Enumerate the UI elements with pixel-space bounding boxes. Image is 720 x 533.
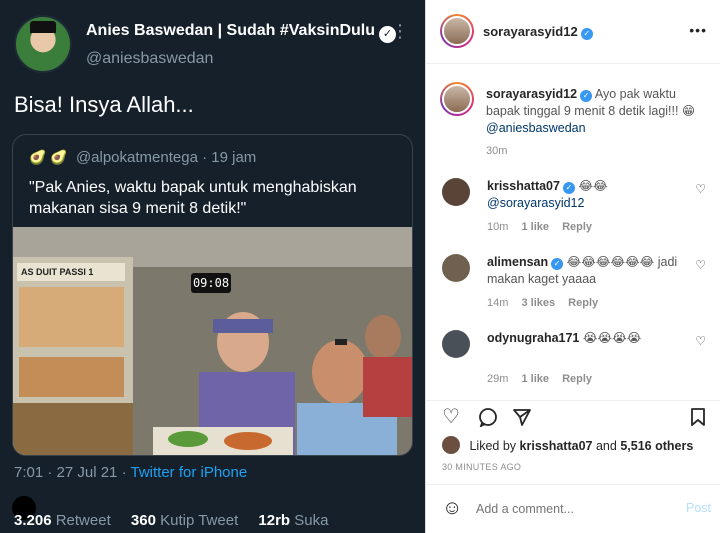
caption-avatar[interactable] — [440, 82, 474, 116]
author-name[interactable]: Anies Baswedan | Sudah #VaksinDulu ✓ — [86, 22, 397, 43]
add-comment-input[interactable] — [476, 500, 656, 518]
poster-avatar[interactable] — [440, 14, 474, 48]
poster-username[interactable]: sorayarasyid12 ✓ — [483, 24, 593, 40]
comment-text: 😂😂 — [578, 179, 608, 193]
tweet-text: Bisa! Insya Allah... — [14, 92, 194, 117]
likes-stat[interactable]: 12rb Suka — [258, 512, 328, 529]
add-comment-bar: ☺ Post — [426, 484, 720, 533]
comment-likes[interactable]: 3 likes — [521, 297, 555, 309]
commenter-avatar[interactable] — [442, 330, 470, 358]
quoted-photo[interactable]: AS DUIT PASSI 1 09:08 — [13, 227, 412, 455]
caption: sorayarasyid12 ✓ Ayo pak waktu bapak ting… — [486, 86, 706, 137]
retweets-label: Retweet — [55, 512, 111, 529]
retweets-count: 3.206 — [14, 512, 52, 529]
emoji-icon[interactable]: ☺ — [442, 497, 462, 520]
author-handle[interactable]: @aniesbaswedan — [86, 50, 213, 68]
quoted-time: 19 jam — [211, 149, 257, 166]
caption-mention[interactable]: @aniesbaswedan — [486, 121, 586, 135]
likes-label: Suka — [294, 512, 329, 529]
quotes-stat[interactable]: 360 Kutip Tweet — [131, 512, 238, 529]
comment-mention[interactable]: @sorayarasyid12 — [487, 196, 584, 210]
comment-time: 10m — [487, 221, 509, 233]
post-button[interactable]: Post — [686, 501, 711, 515]
likes-count: 12rb — [258, 512, 291, 529]
liker-username[interactable]: krisshatta07 — [520, 439, 593, 453]
comment-meta: 10m 1 like Reply — [487, 221, 602, 233]
liker-avatar[interactable] — [442, 436, 460, 454]
more-options-icon[interactable]: ⋮ — [391, 22, 409, 40]
comment: krisshatta07 ✓ 😂😂 @sorayarasyid12 10m 1 l… — [440, 178, 710, 238]
verified-icon: ✓ — [580, 28, 593, 40]
tweet-source[interactable]: Twitter for iPhone — [130, 464, 247, 481]
instagram-panel: sorayarasyid12 ✓ ••• sorayarasyid12 ✓ Ayo … — [425, 0, 720, 533]
author-avatar[interactable] — [14, 15, 72, 73]
share-icon[interactable] — [512, 407, 532, 431]
reply-button[interactable]: Reply — [562, 373, 592, 385]
tweet-stats: 3.206 Retweet 360 Kutip Tweet 12rb Suka — [14, 512, 328, 529]
post-actions: ♡ — [426, 400, 720, 434]
quotes-count: 360 — [130, 512, 156, 529]
verified-icon: ✓ — [551, 258, 564, 270]
comment-meta: 14m 3 likes Reply — [487, 297, 608, 309]
quotes-label: Kutip Tweet — [160, 512, 239, 529]
commenter-username[interactable]: odynugraha171 — [487, 331, 579, 345]
verified-icon: ✓ — [562, 182, 575, 194]
likes-prefix: Liked by — [469, 439, 517, 453]
comment: odynugraha171 😭😭😭😭 29m 1 like Reply ♡ — [440, 330, 710, 390]
like-icon[interactable]: ♡ — [442, 407, 460, 427]
caption-emoji: 😁 — [681, 104, 695, 118]
quoted-author-emoji: 🥑 🥑 — [29, 149, 68, 165]
comment-text: 😭😭😭😭 — [582, 331, 642, 345]
photo-illustration — [13, 227, 412, 455]
timer-overlay: 09:08 — [191, 273, 231, 293]
bookmark-icon[interactable] — [689, 407, 707, 431]
comment-body: krisshatta07 ✓ 😂😂 @sorayarasyid12 — [487, 178, 682, 212]
comment-time: 14m — [487, 297, 509, 309]
post-time: 30 MINUTES AGO — [442, 462, 522, 472]
comment-icon[interactable] — [478, 407, 498, 431]
commenter-username[interactable]: krisshatta07 — [487, 179, 560, 193]
quoted-sep: · — [202, 149, 208, 166]
quoted-tweet-header: 🥑 🥑 @alpokatmentega · 19 jam — [29, 149, 256, 166]
comment: alimensan ✓ 😂😂😂😂😂😂 jadi makan kaget yaaaa… — [440, 254, 710, 314]
retweets-stat[interactable]: 3.206 Retweet — [14, 512, 111, 529]
twitter-panel: Anies Baswedan | Sudah #VaksinDulu ✓ @ani… — [0, 0, 425, 533]
caption-time: 30m — [486, 145, 508, 157]
quoted-tweet[interactable]: 🥑 🥑 @alpokatmentega · 19 jam "Pak Anies,… — [12, 134, 413, 456]
quoted-tweet-text: "Pak Anies, waktu bapak untuk menghabisk… — [29, 179, 357, 217]
caption-username[interactable]: sorayarasyid12 — [486, 87, 577, 101]
comment-likes[interactable]: 1 like — [521, 221, 549, 233]
likes-others[interactable]: 5,516 others — [620, 439, 693, 453]
verified-icon: ✓ — [580, 90, 593, 102]
tweet-meta: 7:01 · 27 Jul 21 · Twitter for iPhone — [14, 464, 247, 481]
comment-body: odynugraha171 😭😭😭😭 — [487, 330, 682, 347]
comment-body: alimensan ✓ 😂😂😂😂😂😂 jadi makan kaget yaaaa — [487, 254, 682, 288]
likes-and: and — [595, 439, 617, 453]
stall-sign: AS DUIT PASSI 1 — [17, 263, 125, 281]
more-options-icon[interactable]: ••• — [689, 22, 707, 38]
commenter-username[interactable]: alimensan — [487, 255, 548, 269]
comment-likes[interactable]: 1 like — [521, 373, 549, 385]
reply-button[interactable]: Reply — [568, 297, 598, 309]
comment-time: 29m — [487, 373, 509, 385]
reply-button[interactable]: Reply — [562, 221, 592, 233]
likes-summary: Liked by krisshatta07 and 5,516 others — [442, 436, 693, 454]
like-comment-icon[interactable]: ♡ — [695, 182, 706, 196]
poster-username-text: sorayarasyid12 — [483, 24, 578, 39]
like-comment-icon[interactable]: ♡ — [695, 258, 706, 272]
quoted-author-handle: @alpokatmentega — [75, 149, 198, 166]
author-name-text: Anies Baswedan | Sudah #VaksinDulu — [86, 22, 376, 39]
comment-meta: 29m 1 like Reply — [487, 373, 602, 385]
tweet-timestamp[interactable]: 7:01 · 27 Jul 21 · — [14, 464, 127, 481]
like-comment-icon[interactable]: ♡ — [695, 334, 706, 348]
commenter-avatar[interactable] — [442, 254, 470, 282]
commenter-avatar[interactable] — [442, 178, 470, 206]
post-header: sorayarasyid12 ✓ ••• — [426, 0, 720, 64]
